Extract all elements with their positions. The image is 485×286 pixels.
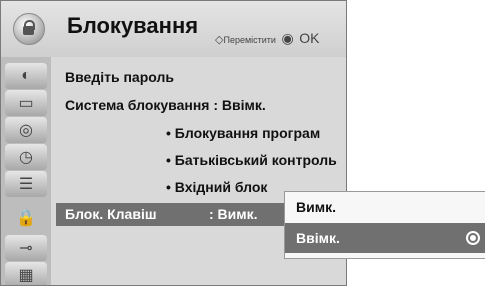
hint-ok-label: OK [299,30,320,46]
selected-radio-icon [466,231,480,245]
key-lock-label: Блок. Клавіш [65,206,157,222]
usb-media-icon[interactable]: ▦ [5,262,47,285]
tv-screen-icon[interactable]: ▭ [5,90,47,116]
option-on-label: Ввімк. [296,230,340,246]
lock-icon-active[interactable]: 🔒 [5,205,47,231]
block-programs-item[interactable]: • Блокування програм [166,125,320,141]
ok-button-icon: ◉ [281,30,294,46]
sidebar: ◐ ▭ ◎ ◷ ☰ 🔒 ⊸ ▦ [1,57,51,285]
password-entry[interactable]: Введіть пароль [65,69,174,85]
input-block-item[interactable]: • Вхідний блок [166,179,267,195]
key-lock-value: : Вимк. [209,206,258,222]
options-popup: Вимк. Ввімк. [284,191,485,259]
hint-move-label: Перемістити [223,35,276,45]
option-list-icon[interactable]: ☰ [5,171,47,197]
lock-icon [13,13,45,45]
speaker-icon[interactable]: ◎ [5,117,47,143]
menu-header: Блокування ◇Перемістити ◉ OK [1,1,346,57]
system-lock-item[interactable]: Система блокування : Ввімк. [65,97,266,113]
input-plug-icon[interactable]: ⊸ [5,235,47,261]
navigation-hint: ◇Перемістити ◉ OK [215,30,319,47]
page-title: Блокування [67,13,199,38]
option-off[interactable]: Вимк. [285,192,485,222]
parental-control-item[interactable]: • Батьківський контроль [166,152,337,168]
clock-icon[interactable]: ◷ [5,144,47,170]
option-on[interactable]: Ввімк. [285,223,485,253]
satellite-dish-icon[interactable]: ◐ [5,63,47,89]
